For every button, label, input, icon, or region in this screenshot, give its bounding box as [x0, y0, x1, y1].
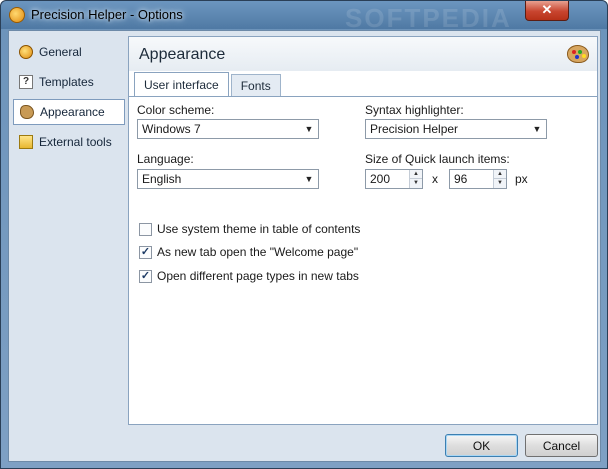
spin-up-icon[interactable]: ▲ — [494, 170, 506, 179]
general-icon — [19, 45, 33, 59]
sidebar-item-general[interactable]: General — [13, 39, 125, 65]
dialog-client-area: General ? Templates Appearance External … — [8, 30, 601, 462]
quick-launch-height-stepper[interactable]: 96 ▲ ▼ — [449, 169, 507, 189]
quick-launch-width-stepper[interactable]: 200 ▲ ▼ — [365, 169, 423, 189]
color-scheme-label: Color scheme: — [137, 103, 215, 117]
syntax-highlighter-select[interactable]: Precision Helper ▼ — [365, 119, 547, 139]
checkbox-label: Open different page types in new tabs — [157, 269, 359, 283]
welcome-page-checkbox-row[interactable]: ✓ As new tab open the "Welcome page" — [139, 245, 358, 259]
sidebar-item-label: Templates — [39, 75, 94, 89]
sidebar-item-label: Appearance — [40, 105, 105, 119]
language-select[interactable]: English ▼ — [137, 169, 319, 189]
color-scheme-value: Windows 7 — [142, 122, 201, 136]
chevron-down-icon: ▼ — [532, 124, 542, 134]
checkbox-label: As new tab open the "Welcome page" — [157, 245, 359, 259]
system-theme-checkbox[interactable] — [139, 222, 152, 236]
spin-down-icon[interactable]: ▼ — [494, 179, 506, 188]
tab-strip: User interface Fonts — [134, 72, 281, 96]
user-interface-tab-content: Color scheme: Windows 7 ▼ Syntax highlig… — [129, 96, 597, 424]
language-value: English — [142, 172, 182, 186]
size-separator: x — [432, 172, 438, 186]
size-unit: px — [515, 172, 528, 186]
welcome-page-checkbox[interactable]: ✓ — [139, 245, 152, 259]
language-label: Language: — [137, 152, 194, 166]
page-types-checkbox-row[interactable]: ✓ Open different page types in new tabs — [139, 269, 359, 283]
page-types-checkbox[interactable]: ✓ — [139, 269, 152, 283]
stepper-buttons: ▲ ▼ — [409, 170, 422, 188]
panel-header: Appearance — [129, 37, 597, 71]
quick-launch-size-label: Size of Quick launch items: — [365, 152, 510, 166]
sidebar-item-label: External tools — [39, 135, 112, 149]
appearance-panel: Appearance User interface Fonts Color sc… — [128, 36, 598, 425]
app-icon — [9, 7, 25, 23]
sidebar-item-external-tools[interactable]: External tools — [13, 129, 125, 155]
stepper-buttons: ▲ ▼ — [493, 170, 506, 188]
window-title: Precision Helper - Options — [31, 7, 183, 22]
templates-icon: ? — [19, 75, 33, 89]
options-window: Precision Helper - Options SOFTPEDIA ✕ G… — [0, 0, 608, 469]
sidebar-item-templates[interactable]: ? Templates — [13, 69, 125, 95]
sidebar: General ? Templates Appearance External … — [9, 31, 127, 461]
system-theme-checkbox-row[interactable]: Use system theme in table of contents — [139, 222, 360, 236]
quick-launch-width-value: 200 — [370, 172, 391, 186]
title-bar[interactable]: Precision Helper - Options SOFTPEDIA ✕ — [1, 1, 607, 33]
sidebar-item-label: General — [39, 45, 82, 59]
syntax-highlighter-label: Syntax highlighter: — [365, 103, 464, 117]
ok-button[interactable]: OK — [445, 434, 518, 457]
close-button[interactable]: ✕ — [525, 1, 569, 21]
quick-launch-height-value: 96 — [454, 172, 468, 186]
spin-up-icon[interactable]: ▲ — [410, 170, 422, 179]
page-title: Appearance — [139, 46, 226, 63]
color-scheme-select[interactable]: Windows 7 ▼ — [137, 119, 319, 139]
chevron-down-icon: ▼ — [304, 124, 314, 134]
chevron-down-icon: ▼ — [304, 174, 314, 184]
syntax-highlighter-value: Precision Helper — [370, 122, 459, 136]
spin-down-icon[interactable]: ▼ — [410, 179, 422, 188]
checkbox-label: Use system theme in table of contents — [157, 222, 361, 236]
palette-icon — [567, 45, 589, 63]
sidebar-item-appearance[interactable]: Appearance — [13, 99, 125, 125]
external-tools-icon — [19, 135, 33, 149]
appearance-icon — [20, 105, 34, 119]
tab-user-interface[interactable]: User interface — [134, 72, 229, 96]
tab-fonts[interactable]: Fonts — [230, 74, 281, 96]
cancel-button[interactable]: Cancel — [525, 434, 598, 457]
